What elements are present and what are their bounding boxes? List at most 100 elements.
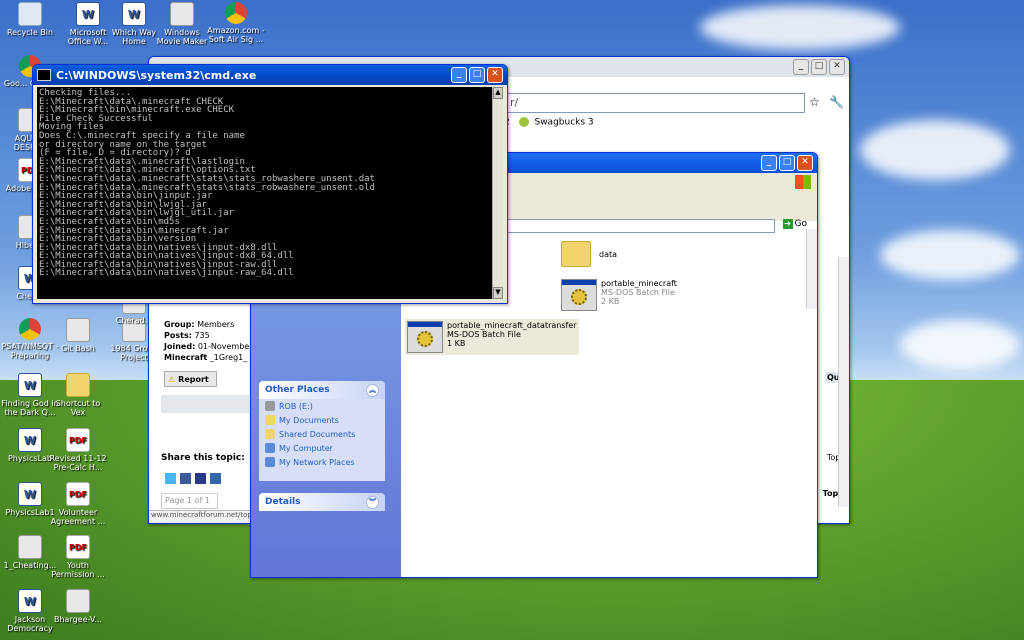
address-bar[interactable]: r/ [505, 93, 805, 113]
desktop-icon-label: Revised 11-12 Pre-Calc H... [49, 454, 107, 472]
cmd-scrollbar[interactable]: ▲ ▼ [492, 87, 503, 299]
chrome-icon [19, 318, 41, 340]
details-title: Details [265, 497, 301, 507]
word-icon: W [122, 2, 146, 26]
maximize-button[interactable]: □ [811, 59, 827, 75]
cmd-titlebar[interactable]: C:\WINDOWS\system32\cmd.exe _ □ ✕ [33, 65, 507, 85]
desktop-icon-label: Git Bash [61, 344, 95, 353]
file-portable-minecraft[interactable]: portable_minecraft MS-DOS Batch File 2 K… [561, 279, 677, 311]
digg-icon[interactable] [195, 473, 206, 484]
computer-icon [265, 443, 275, 453]
generic-icon [66, 318, 90, 342]
delicious-icon[interactable] [210, 473, 221, 484]
desktop-icon[interactable]: PDF Revised 11-12 Pre-Calc H... [48, 428, 108, 472]
desktop-icon-label: Recycle Bin [6, 28, 54, 37]
star-icon[interactable]: ☆ [809, 95, 820, 109]
collapse-chevron-icon[interactable]: ︽ [366, 383, 379, 397]
other-places-header[interactable]: Other Places ︽ [259, 381, 385, 399]
place-label: My Documents [279, 415, 339, 425]
cmd-output[interactable]: Checking files... E:\Minecraft\data\.min… [37, 87, 493, 299]
drive-icon [265, 401, 275, 411]
generic-icon [66, 589, 90, 613]
network-icon [265, 457, 275, 467]
folder-icon [66, 373, 90, 397]
pdf-icon: PDF [66, 428, 90, 452]
file-portable-minecraft-datatransfer[interactable]: portable_minecraft_datatransfer MS-DOS B… [405, 319, 579, 355]
file-type: MS-DOS Batch File [601, 288, 675, 297]
other-places-title: Other Places [265, 385, 330, 395]
profile-info: Group: Members Posts: 735 Joined: 01-Nov… [164, 319, 253, 363]
report-button[interactable]: ⚠ Report [164, 371, 217, 387]
file-type: MS-DOS Batch File [447, 330, 521, 339]
share-icons [165, 473, 221, 484]
details-header[interactable]: Details ︾ [259, 493, 385, 511]
joined-label: Joined: [164, 342, 196, 351]
expand-chevron-icon[interactable]: ︾ [366, 495, 379, 509]
cloud [700, 5, 900, 50]
desktop-icon[interactable]: Amazon.com - Soft Air Sig ... [206, 2, 266, 44]
other-place-item[interactable]: Shared Documents [259, 427, 385, 441]
minimize-button[interactable]: _ [451, 67, 467, 83]
explorer-title-buttons: _ □ ✕ [761, 155, 813, 171]
cloud [900, 320, 1020, 370]
desktop-icon[interactable]: Recycle Bin [0, 2, 60, 37]
address-text: r/ [510, 96, 519, 109]
other-place-item[interactable]: ROB (E:) [259, 399, 385, 413]
facebook-icon[interactable] [180, 473, 191, 484]
joined-value: 01-November [197, 342, 253, 351]
close-button[interactable]: ✕ [797, 155, 813, 171]
desktop-icon[interactable]: Bhargee-V... [48, 589, 108, 624]
cmd-window[interactable]: C:\WINDOWS\system32\cmd.exe _ □ ✕ Checki… [32, 64, 508, 304]
folder-data[interactable]: data [561, 241, 617, 267]
desktop-icon-label: Shortcut to Vex [55, 399, 101, 417]
word-icon: W [18, 589, 42, 613]
bookmark-swagbucks[interactable]: Swagbucks 3 [534, 118, 593, 128]
maximize-button[interactable]: □ [469, 67, 485, 83]
file-size: 2 KB [601, 297, 620, 306]
browser-scrollbar[interactable] [838, 257, 849, 507]
close-button[interactable]: ✕ [487, 67, 503, 83]
page-indicator[interactable]: Page 1 of 1 [161, 493, 218, 509]
desktop-icon-label: Windows Movie Maker [156, 28, 208, 46]
warning-icon: ⚠ [168, 374, 176, 384]
close-button[interactable]: ✕ [829, 59, 845, 75]
desktop-icon-label: Bhargee-V... [53, 615, 103, 624]
twitter-icon[interactable] [165, 473, 176, 484]
desktop-icon-label: Youth Permission ... [51, 561, 105, 579]
wrench-icon[interactable]: 🔧 [829, 95, 844, 109]
minecraft-label: Minecraft [164, 353, 208, 362]
scroll-up-icon[interactable]: ▲ [493, 87, 503, 99]
desktop-icon[interactable]: PDF Volunteer Agreement ... [48, 482, 108, 526]
place-label: My Computer [279, 443, 333, 453]
maximize-button[interactable]: □ [779, 155, 795, 171]
go-button[interactable]: ➜ Go [782, 219, 807, 229]
report-label: Report [178, 374, 209, 384]
other-places-box: Other Places ︽ ROB (E:) My Documents Share… [259, 381, 385, 481]
share-label: Share this topic: [161, 453, 245, 463]
desktop-icon[interactable]: Windows Movie Maker [152, 2, 212, 46]
pdf-icon: PDF [66, 482, 90, 506]
desktop-icon[interactable]: Git Bash [48, 318, 108, 353]
desktop-icon[interactable]: PDF Youth Permission ... [48, 535, 108, 579]
other-place-item[interactable]: My Documents [259, 413, 385, 427]
explorer-scrollbar[interactable] [806, 229, 817, 309]
other-place-item[interactable]: My Network Places [259, 455, 385, 469]
other-place-item[interactable]: My Computer [259, 441, 385, 455]
desktop-icon-label: Amazon.com - Soft Air Sig ... [207, 26, 265, 44]
generic-icon [18, 535, 42, 559]
minimize-button[interactable]: _ [793, 59, 809, 75]
word-icon: W [18, 373, 42, 397]
generic-icon [170, 2, 194, 26]
desktop-icon[interactable]: Shortcut to Vex [48, 373, 108, 417]
place-label: My Network Places [279, 457, 355, 467]
profile-footer-bar [161, 395, 249, 413]
minimize-button[interactable]: _ [761, 155, 777, 171]
scroll-down-icon[interactable]: ▼ [493, 287, 503, 299]
file-name: portable_minecraft [601, 279, 677, 288]
batch-file-icon [561, 279, 597, 311]
group-value: Members [197, 320, 235, 329]
folder-icon [265, 429, 275, 439]
chrome-icon [225, 2, 247, 24]
posts-label: Posts: [164, 331, 192, 340]
windows-logo-icon [795, 175, 811, 189]
